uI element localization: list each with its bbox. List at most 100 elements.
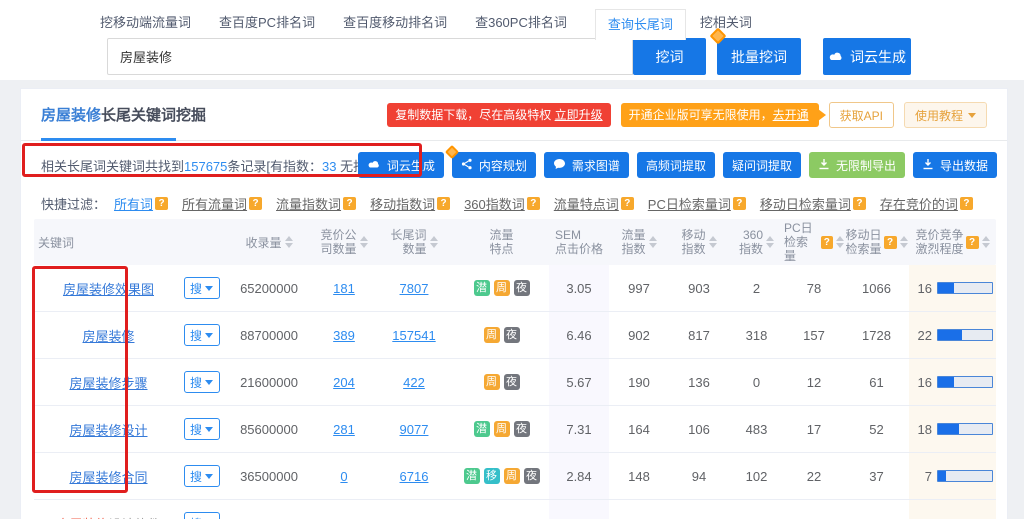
longtail-count-link[interactable]: 157541 — [392, 328, 435, 343]
batch-dig-button[interactable]: 批量挖词 — [717, 38, 801, 75]
get-api-button[interactable]: 获取API — [828, 102, 894, 128]
keyword-link[interactable]: 房屋装修设计 — [69, 420, 147, 439]
enterprise-banner[interactable]: 开通企业版可享无限使用，去开通 — [620, 103, 826, 127]
bid-companies-link[interactable]: 0 — [340, 469, 347, 484]
dig-words-button[interactable]: 挖词 — [633, 38, 706, 75]
index-360-cell: 483 — [745, 421, 768, 437]
filter-flow-feature-words[interactable]: 流量特点词 — [554, 194, 619, 213]
bid-companies-link[interactable]: 204 — [333, 375, 355, 390]
col-header-360-index[interactable]: 360 指数 — [729, 219, 784, 265]
index-360-cell: 318 — [745, 327, 768, 343]
tab-360pc-rank[interactable]: 查360PC排名词 — [475, 8, 567, 38]
filter-all-words[interactable]: 所有词 — [114, 194, 153, 213]
keyword-link[interactable]: 房屋装修合同 — [69, 467, 147, 486]
competition-bar — [937, 423, 993, 435]
filter-flow-index-words[interactable]: 流量指数词 — [276, 194, 341, 213]
flow-index-cell: 902 — [628, 327, 650, 343]
col-header-flow-index[interactable]: 流量 指数 — [609, 219, 669, 265]
question-words-extract-button[interactable]: 疑问词提取 — [722, 152, 801, 178]
col-header-pc-daily[interactable]: PC日 检索量 — [784, 219, 844, 265]
search-dropdown-button[interactable]: 搜 — [183, 465, 220, 487]
help-icon[interactable] — [883, 235, 897, 249]
longtail-count-link[interactable]: 422 — [403, 375, 425, 390]
flow-tags-cell: 潜周夜 — [454, 406, 549, 452]
export-data-button[interactable]: 导出数据 — [912, 152, 997, 178]
search-dropdown-button[interactable]: 搜 — [183, 418, 220, 440]
vip-upgrade-banner[interactable]: 复制数据下载，尽在高级特权 立即升级 — [387, 103, 611, 127]
help-icon[interactable] — [249, 196, 263, 210]
col-header-volume[interactable]: 收录量 — [224, 219, 314, 265]
tab-mobile-flow-words[interactable]: 挖移动端流量词 — [100, 8, 191, 38]
tutorial-dropdown-button[interactable]: 使用教程 — [903, 102, 987, 128]
wordcloud-action-button[interactable]: 词云生成 — [357, 152, 444, 178]
search-dropdown-button[interactable]: 搜 — [183, 512, 220, 519]
bid-companies-link[interactable]: 181 — [333, 281, 355, 296]
longtail-count-link[interactable]: 7807 — [400, 281, 429, 296]
pc-daily-cell: 17 — [806, 421, 822, 437]
bid-companies-link[interactable]: 389 — [333, 328, 355, 343]
download-icon — [818, 158, 830, 173]
flow-tag: 夜 — [523, 468, 540, 484]
longtail-count-link[interactable]: 401 — [403, 516, 425, 519]
keyword-link[interactable]: 房屋装修设计软件 — [56, 514, 160, 519]
open-enterprise-link[interactable]: 去开通 — [773, 108, 809, 122]
filter-mobile-index-words[interactable]: 移动指数词 — [370, 194, 435, 213]
high-freq-extract-button[interactable]: 高频词提取 — [636, 152, 715, 178]
search-dropdown-button[interactable]: 搜 — [183, 371, 220, 393]
tab-baidu-mobile-rank[interactable]: 查百度移动排名词 — [343, 8, 447, 38]
help-icon[interactable] — [852, 196, 866, 210]
help-icon[interactable] — [959, 196, 973, 210]
col-header-longtail-count[interactable]: 长尾词 数量 — [374, 219, 454, 265]
longtail-count-link[interactable]: 6716 — [400, 469, 429, 484]
search-dropdown-button[interactable]: 搜 — [183, 277, 220, 299]
help-icon[interactable] — [620, 196, 634, 210]
bid-companies-link[interactable]: 281 — [333, 422, 355, 437]
panel-title: 房屋装修长尾关键词挖掘 — [41, 107, 207, 124]
col-header-bid-companies[interactable]: 竞价公 司数量 — [314, 219, 374, 265]
help-icon[interactable] — [155, 196, 169, 210]
cloud-icon — [828, 49, 844, 65]
help-icon[interactable] — [437, 196, 451, 210]
upgrade-now-link[interactable]: 立即升级 — [555, 108, 603, 122]
help-icon[interactable] — [732, 196, 746, 210]
unlimited-export-button[interactable]: 无限制导出 — [808, 152, 905, 178]
col-header-mobile-daily[interactable]: 移动日 检索量 — [844, 219, 909, 265]
flow-tag: 夜 — [513, 280, 530, 296]
filter-pc-daily-search-words[interactable]: PC日检索量词 — [648, 194, 731, 213]
filter-has-bidding-words[interactable]: 存在竞价的词 — [880, 194, 958, 213]
keyword-link[interactable]: 房屋装修步骤 — [69, 373, 147, 392]
keyword-link[interactable]: 房屋装修效果图 — [63, 279, 154, 298]
table-row: 房屋装修设计 搜 85600000 281 9077 潜周夜 7.31 164 … — [34, 406, 996, 453]
flow-tags-cell: 潜周夜 — [454, 265, 549, 311]
flow-tag: 潜 — [473, 421, 490, 437]
content-plan-button[interactable]: 内容规划 — [444, 144, 536, 178]
pc-daily-cell: 12 — [806, 374, 822, 390]
bid-companies-link[interactable]: 207 — [333, 516, 355, 519]
help-icon[interactable] — [820, 235, 833, 249]
help-icon[interactable] — [526, 196, 540, 210]
keyword-search-input[interactable] — [107, 38, 633, 75]
tab-related-words[interactable]: 挖相关词 — [700, 8, 752, 38]
tab-longtail-query[interactable]: 查询长尾词 — [594, 8, 686, 40]
longtail-count-link[interactable]: 9077 — [400, 422, 429, 437]
demand-map-button[interactable]: 需求图谱 — [543, 152, 629, 178]
stats-and-actions-row: 相关长尾词关键词共找到157675条记录[有指数：33 无指数：157642] … — [21, 144, 1007, 185]
search-dropdown-button[interactable]: 搜 — [183, 324, 220, 346]
keyword-link[interactable]: 房屋装修 — [82, 326, 134, 345]
volume-cell: 65200000 — [240, 280, 298, 296]
col-header-mobile-index[interactable]: 移动 指数 — [669, 219, 729, 265]
table-row: 房屋装修设计软件 搜 5980000 207 401 — [34, 500, 996, 519]
help-icon[interactable] — [343, 196, 357, 210]
mobile-daily-cell — [844, 500, 909, 519]
keywords-table: 关键词 收录量 竞价公 司数量 长尾词 数量 流量 特点 SEM 点击价格 流量 指数 移… — [34, 219, 996, 519]
filter-mobile-daily-search-words[interactable]: 移动日检索量词 — [760, 194, 851, 213]
col-header-sem-price: SEM 点击价格 — [554, 228, 603, 256]
index-360-cell — [729, 500, 784, 519]
filter-all-flow-words[interactable]: 所有流量词 — [182, 194, 247, 213]
wordcloud-generate-button[interactable]: 词云生成 — [823, 38, 911, 75]
tab-baidu-pc-rank[interactable]: 查百度PC排名词 — [219, 8, 315, 38]
help-icon[interactable] — [965, 235, 979, 249]
filter-360-index-words[interactable]: 360指数词 — [464, 194, 525, 213]
col-header-competition[interactable]: 竞价竞争 激烈程度 — [909, 219, 996, 265]
download-icon — [922, 158, 934, 173]
